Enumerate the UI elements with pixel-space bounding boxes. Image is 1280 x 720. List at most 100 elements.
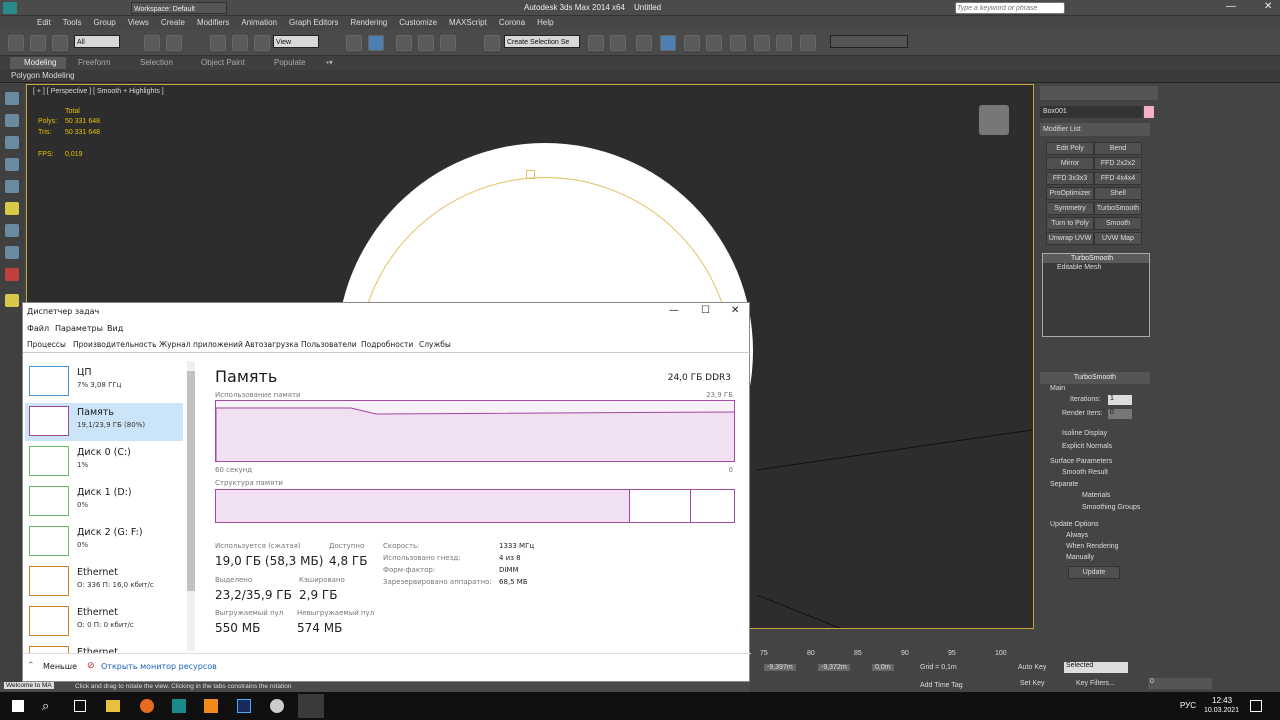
layer-manager-icon[interactable] <box>636 35 652 51</box>
clock-time[interactable]: 12:43 <box>1212 696 1232 705</box>
tool-icon-5[interactable] <box>5 180 19 193</box>
selection-filter-dropdown[interactable]: All <box>74 35 120 48</box>
tab-freeform[interactable]: Freeform <box>78 58 110 67</box>
gizmo-handle[interactable] <box>526 170 535 179</box>
tool-icon-6[interactable] <box>5 224 19 237</box>
tab-app-history[interactable]: Журнал приложений <box>159 340 243 349</box>
coord-x[interactable]: -9,397m <box>764 664 796 671</box>
render-iters-spinner[interactable]: 0 <box>1108 409 1132 419</box>
scrollbar-thumb[interactable] <box>187 371 195 591</box>
menu-tools[interactable]: Tools <box>63 16 82 30</box>
modifier-button-uvw-map[interactable]: UVW Map <box>1094 232 1142 245</box>
coord-z[interactable]: 0,0m <box>872 664 894 671</box>
modifier-stack[interactable]: TurboSmooth Editable Mesh <box>1042 253 1150 337</box>
rectangular-selection-icon[interactable] <box>166 35 182 51</box>
modifier-button-turbosmooth[interactable]: TurboSmooth <box>1094 202 1142 215</box>
tool-icon-1[interactable] <box>5 92 19 105</box>
fewer-details-icon[interactable]: ⌃ <box>27 661 35 671</box>
smoothing-groups-checkbox[interactable]: Smoothing Groups <box>1082 504 1140 511</box>
named-selection-dropdown[interactable]: Create Selection Se <box>504 35 580 48</box>
iterations-spinner[interactable]: 1 <box>1108 395 1132 405</box>
isoline-checkbox[interactable]: Isoline Display <box>1062 430 1107 437</box>
mirror-icon[interactable] <box>588 35 604 51</box>
task-manager-taskbar-icon[interactable] <box>298 694 324 718</box>
percent-snap-icon[interactable] <box>418 35 434 51</box>
key-filters-button[interactable]: Key Filters... <box>1076 680 1115 687</box>
modifier-button-edit-poly[interactable]: Edit Poly <box>1046 142 1094 155</box>
max-logo-icon[interactable] <box>3 2 17 14</box>
render-setup-icon[interactable] <box>776 35 792 51</box>
file-explorer-icon[interactable] <box>106 700 120 712</box>
menu-create[interactable]: Create <box>161 16 185 30</box>
tm-menu-file[interactable]: Файл <box>27 324 49 333</box>
menu-modifiers[interactable]: Modifiers <box>197 16 229 30</box>
modifier-button-smooth[interactable]: Smooth <box>1094 217 1142 230</box>
tool-icon-2[interactable] <box>5 114 19 127</box>
move-icon[interactable] <box>210 35 226 51</box>
object-name-field[interactable]: Box001 <box>1040 106 1142 118</box>
menu-views[interactable]: Views <box>128 16 149 30</box>
modifier-button-ffd-4x4x4[interactable]: FFD 4x4x4 <box>1094 172 1142 185</box>
vlc-icon[interactable] <box>204 699 218 713</box>
tab-performance[interactable]: Производительность <box>73 340 157 349</box>
turbosmooth-rollout[interactable]: TurboSmooth <box>1040 372 1150 384</box>
render-preset-dropdown[interactable] <box>830 35 908 48</box>
tab-processes[interactable]: Процессы <box>27 340 66 349</box>
tool-icon-3[interactable] <box>5 136 19 149</box>
light-icon[interactable] <box>5 202 19 215</box>
workspace-dropdown[interactable]: Workspace: Default <box>131 2 227 14</box>
frame-field[interactable]: 0 <box>1148 678 1212 689</box>
auto-key-button[interactable]: Auto Key <box>1018 664 1046 671</box>
task-view-icon[interactable] <box>74 700 86 712</box>
render-icon[interactable] <box>800 35 816 51</box>
perf-item[interactable]: Ethernet О: 0 П: 0 кбит/с <box>25 603 183 641</box>
modifier-button-unwrap-uvw[interactable]: Unwrap UVW <box>1046 232 1094 245</box>
sidebar-scrollbar[interactable] <box>187 361 195 651</box>
tm-menu-view[interactable]: Вид <box>107 324 123 333</box>
snap-toggle-icon[interactable] <box>368 35 384 51</box>
stack-item-editable-mesh[interactable]: Editable Mesh <box>1043 263 1149 272</box>
tool-icon-4[interactable] <box>5 158 19 171</box>
tab-populate[interactable]: Populate <box>274 58 306 67</box>
windows-start-icon[interactable] <box>12 700 24 712</box>
modifier-button-shell[interactable]: Shell <box>1094 187 1142 200</box>
material-editor-icon[interactable] <box>754 35 770 51</box>
curve-editor-icon[interactable] <box>706 35 722 51</box>
perf-item[interactable]: ЦП 7% 3,08 ГГц <box>25 363 183 401</box>
command-panel-tabs[interactable] <box>1040 86 1158 100</box>
modifier-list-dropdown[interactable]: Modifier List <box>1040 123 1150 136</box>
modifier-button-mirror[interactable]: Mirror <box>1046 157 1094 170</box>
tab-services[interactable]: Службы <box>419 340 451 349</box>
angle-snap-icon[interactable] <box>396 35 412 51</box>
menu-edit[interactable]: Edit <box>37 16 51 30</box>
menu-corona[interactable]: Corona <box>499 16 525 30</box>
select-object-icon[interactable] <box>144 35 160 51</box>
when-rendering-radio[interactable]: When Rendering <box>1066 543 1119 550</box>
render-iters-checkbox[interactable]: Render Iters: <box>1062 410 1102 417</box>
search-icon[interactable]: ⌕ <box>42 698 49 714</box>
unlink-icon[interactable] <box>30 35 46 51</box>
stack-item-turbosmooth[interactable]: TurboSmooth <box>1043 254 1149 263</box>
schematic-view-icon[interactable] <box>730 35 746 51</box>
spinner-snap-icon[interactable] <box>440 35 456 51</box>
tool-icon-7[interactable] <box>5 246 19 259</box>
tm-maximize-icon[interactable]: ☐ <box>701 305 710 316</box>
modifier-button-ffd-2x2x2[interactable]: FFD 2x2x2 <box>1094 157 1142 170</box>
tool-icon-9[interactable] <box>5 294 19 307</box>
key-mode-dropdown[interactable]: Selected <box>1064 662 1128 673</box>
edit-named-selection-icon[interactable] <box>484 35 500 51</box>
clock-date[interactable]: 10.03.2021 <box>1204 707 1239 714</box>
polygon-modeling-label[interactable]: Polygon Modeling <box>11 71 75 80</box>
modifier-button-ffd-3x3x3[interactable]: FFD 3x3x3 <box>1046 172 1094 185</box>
tab-startup[interactable]: Автозагрузка <box>245 340 298 349</box>
modifier-button-turn-to-poly[interactable]: Turn to Poly <box>1046 217 1094 230</box>
resource-monitor-icon[interactable]: ⊘ <box>87 661 95 671</box>
tab-selection[interactable]: Selection <box>140 58 173 67</box>
scene-explorer-icon[interactable] <box>660 35 676 51</box>
tab-object-paint[interactable]: Object Paint <box>201 58 245 67</box>
reference-coordinate-dropdown[interactable]: View <box>273 35 319 48</box>
photoshop-icon[interactable] <box>237 699 251 713</box>
align-icon[interactable] <box>610 35 626 51</box>
chrome-icon[interactable] <box>270 699 284 713</box>
tm-close-icon[interactable]: ✕ <box>731 305 739 316</box>
